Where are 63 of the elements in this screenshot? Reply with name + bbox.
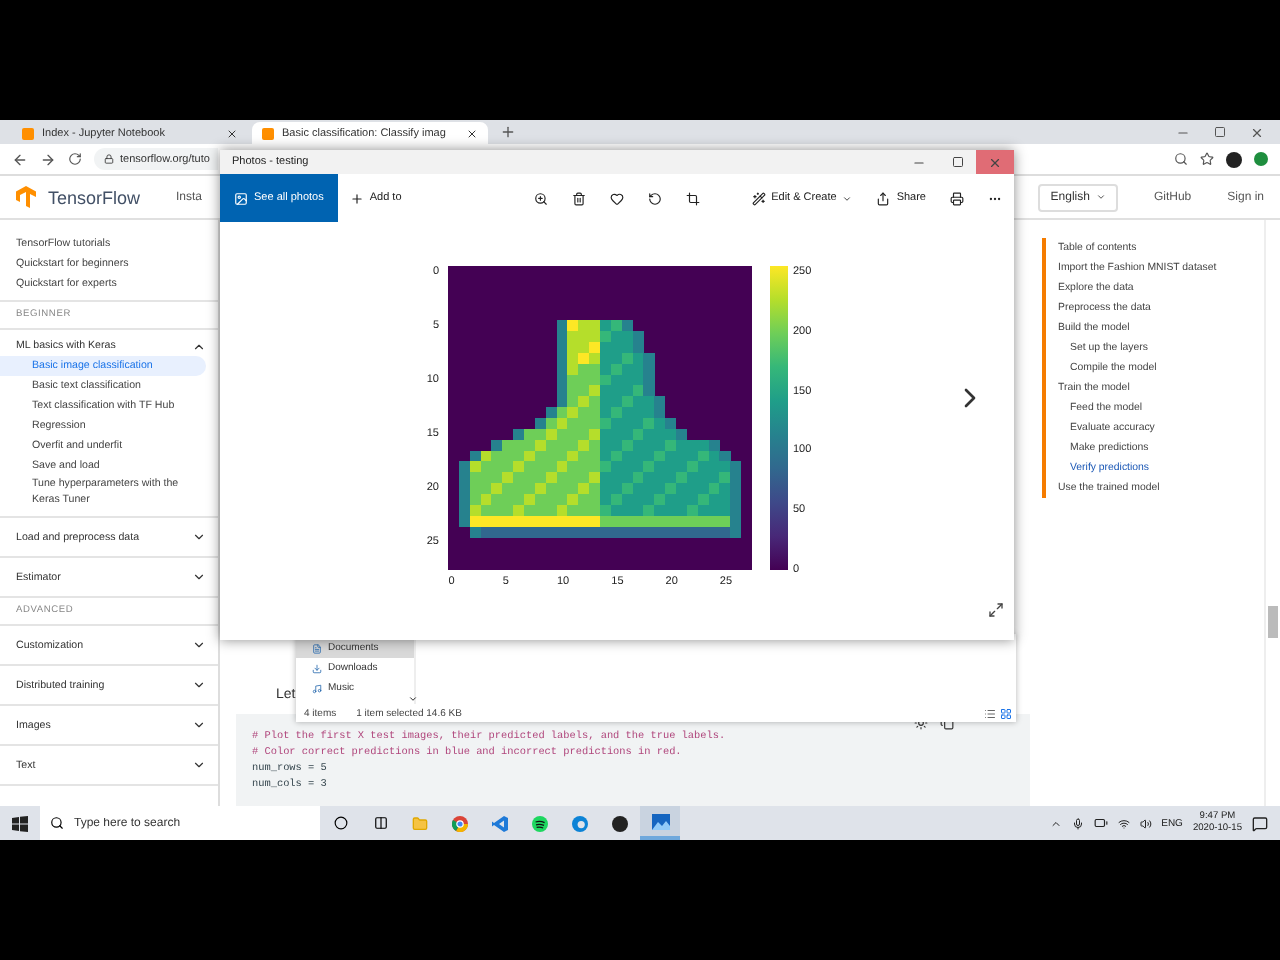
expand-icon[interactable] bbox=[192, 718, 206, 732]
battery-icon[interactable] bbox=[1093, 816, 1108, 830]
task-view-icon bbox=[373, 816, 387, 830]
expand-icon[interactable] bbox=[192, 678, 206, 692]
round-logo-icon bbox=[452, 815, 468, 831]
notifications-icon[interactable] bbox=[1252, 815, 1268, 831]
close-tab-icon[interactable] bbox=[466, 127, 478, 139]
start-icon[interactable] bbox=[12, 815, 28, 831]
tray-expand-icon[interactable] bbox=[1049, 817, 1062, 829]
site-logo: TensorFlow bbox=[48, 187, 141, 207]
tab-favicon-icon bbox=[262, 127, 274, 139]
music-note-icon bbox=[312, 683, 322, 693]
update-icon[interactable] bbox=[1254, 152, 1268, 166]
network-icon[interactable] bbox=[1117, 817, 1130, 829]
expand-icon[interactable] bbox=[192, 530, 206, 544]
maximize-icon[interactable] bbox=[1214, 125, 1226, 137]
expand-icon[interactable] bbox=[988, 602, 1004, 618]
rotate-icon bbox=[647, 191, 662, 205]
scrollbar-thumb[interactable] bbox=[1268, 606, 1278, 638]
back-icon[interactable] bbox=[12, 151, 28, 167]
plus-icon bbox=[349, 191, 364, 205]
volume-icon[interactable] bbox=[1139, 817, 1152, 829]
microphone-icon[interactable] bbox=[1071, 817, 1084, 829]
tab-favicon-icon bbox=[22, 127, 34, 139]
tiles-view-icon[interactable] bbox=[1000, 707, 1012, 719]
theme-icon[interactable] bbox=[914, 716, 928, 730]
wand-icon bbox=[751, 191, 766, 205]
caret-icon bbox=[1095, 192, 1106, 202]
expand-icon[interactable] bbox=[192, 638, 206, 652]
folder-icon bbox=[412, 815, 428, 831]
share-icon bbox=[876, 191, 891, 205]
expand-icon[interactable] bbox=[192, 758, 206, 772]
expand-icon[interactable] bbox=[192, 570, 206, 584]
printer-icon bbox=[950, 191, 964, 205]
document-icon bbox=[312, 643, 322, 653]
caret-icon bbox=[842, 193, 853, 203]
crop-icon bbox=[685, 191, 700, 205]
profile-avatar[interactable] bbox=[1226, 151, 1242, 167]
zoom-icon[interactable] bbox=[1174, 152, 1188, 166]
bookmark-star-icon[interactable] bbox=[1200, 152, 1214, 166]
search-icon bbox=[50, 816, 64, 830]
striped-circle-icon bbox=[532, 815, 548, 831]
close-tab-icon[interactable] bbox=[226, 127, 238, 139]
new-tab-icon[interactable] bbox=[500, 124, 516, 140]
close-icon[interactable] bbox=[1250, 125, 1264, 139]
details-view-icon[interactable] bbox=[984, 707, 996, 719]
collapse-icon[interactable] bbox=[192, 339, 206, 353]
landscape-icon bbox=[651, 813, 669, 829]
heart-icon bbox=[609, 191, 624, 205]
picture-icon bbox=[234, 191, 248, 205]
zoom-in-icon bbox=[533, 191, 548, 205]
forward-icon[interactable] bbox=[40, 151, 56, 167]
trash-icon bbox=[571, 191, 586, 205]
download-icon bbox=[312, 663, 322, 673]
close-icon bbox=[988, 155, 1002, 169]
maximize-icon bbox=[951, 156, 963, 168]
circle-icon bbox=[333, 816, 347, 830]
scroll-down-icon[interactable] bbox=[408, 694, 418, 704]
dark-circle-icon bbox=[612, 815, 628, 831]
logo-icon bbox=[16, 186, 36, 208]
angled-logo-icon bbox=[492, 815, 508, 831]
reload-icon[interactable] bbox=[68, 152, 82, 166]
lock-icon bbox=[104, 154, 114, 164]
